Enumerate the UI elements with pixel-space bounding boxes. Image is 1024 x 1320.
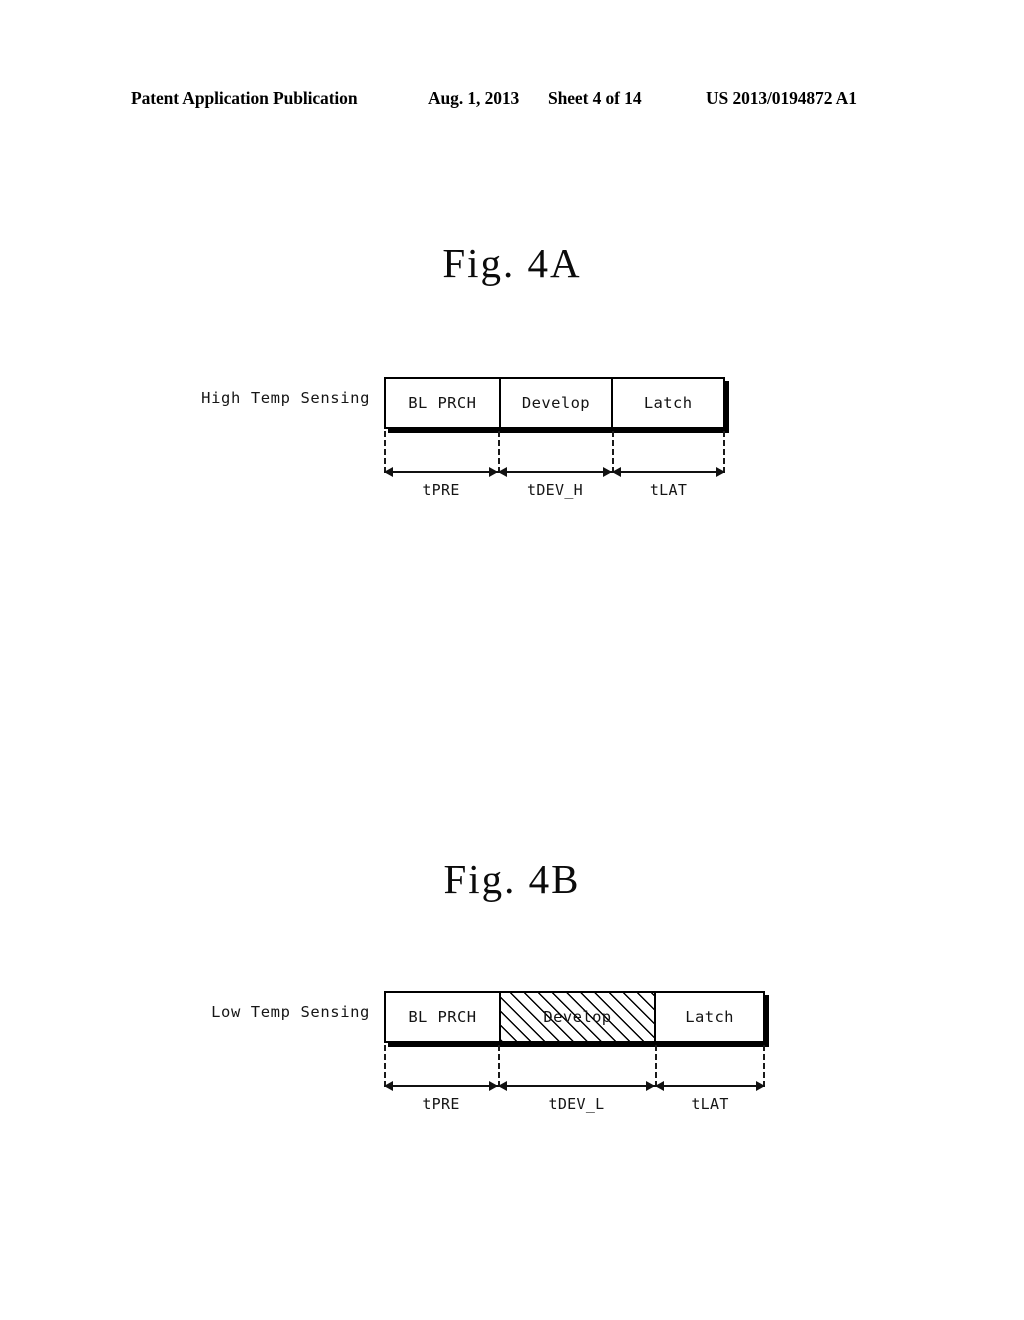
header-sheet-number: Sheet 4 of 14 [548, 88, 642, 108]
header-publication: Patent Application Publication [131, 88, 358, 108]
arrowhead-left-icon [384, 467, 393, 477]
header-date: Aug. 1, 2013 [428, 88, 520, 108]
dimension-label: tDEV_L [548, 1095, 605, 1113]
phase-label: BL PRCH [408, 394, 477, 412]
dimension-label: tPRE [422, 481, 460, 499]
phase-label: Develop [543, 1008, 612, 1026]
phase-label: Latch [643, 394, 693, 412]
figure-4b-row-label: Low Temp Sensing [211, 1003, 370, 1021]
dimension-label: tLAT [649, 481, 688, 499]
figure-4a-phase-box: BL PRCH [386, 379, 499, 427]
figure-title-4a: Fig. 4A [442, 240, 582, 286]
arrowhead-right-icon [489, 467, 498, 477]
dimension-line [612, 471, 725, 473]
figure-4b-phase-box: Develop [498, 993, 655, 1041]
phase-label: Develop [521, 394, 591, 412]
figure-4b-phase-box: Latch [654, 993, 764, 1041]
arrowhead-left-icon [655, 1081, 664, 1091]
figure-4a-phase-box: Latch [611, 379, 723, 427]
figure-4b-phase-box: BL PRCH [386, 993, 499, 1041]
dimension-arrow [655, 1081, 765, 1091]
dimension-line [655, 1085, 765, 1087]
phase-label: Latch [685, 1008, 734, 1026]
dimension-arrow [384, 467, 498, 477]
arrowhead-right-icon [489, 1081, 498, 1091]
dimension-line [498, 1085, 655, 1087]
dimension-arrow [498, 1081, 655, 1091]
figure-4b: Low Temp Sensing BL PRCH Develop Latch tPR… [0, 976, 1024, 1136]
arrowhead-left-icon [384, 1081, 393, 1091]
figure-4a-dimension-area: tPRE tDEV_H tLAT [384, 429, 725, 499]
header-patent-number: US 2013/0194872 A1 [706, 88, 857, 108]
arrowhead-right-icon [756, 1081, 765, 1091]
figure-4a-row-label: High Temp Sensing [201, 389, 370, 407]
arrowhead-right-icon [716, 467, 725, 477]
page-header: Patent Application Publication Aug. 1, 2… [0, 88, 1024, 114]
dimension-label: tLAT [691, 1095, 729, 1113]
figure-4a-phase-box: Develop [498, 379, 612, 427]
arrowhead-left-icon [498, 467, 507, 477]
dimension-arrow [612, 467, 725, 477]
dimension-line [498, 471, 612, 473]
dimension-label: tDEV_H [527, 481, 583, 499]
figure-title-4b: Fig. 4B [443, 856, 581, 902]
arrowhead-right-icon [646, 1081, 655, 1091]
dimension-label: tPRE [422, 1095, 460, 1113]
dimension-line [384, 471, 498, 473]
dimension-arrow [384, 1081, 498, 1091]
figure-4b-dimension-area: tPRE tDEV_L tLAT [384, 1043, 765, 1113]
arrowhead-right-icon [603, 467, 612, 477]
dimension-arrow [498, 467, 612, 477]
dimension-line [384, 1085, 498, 1087]
arrowhead-left-icon [612, 467, 621, 477]
phase-label: BL PRCH [408, 1008, 477, 1026]
figure-4a-timing-strip: BL PRCH Develop Latch [384, 377, 725, 429]
figure-4a: High Temp Sensing BL PRCH Develop Latch tP… [0, 362, 1024, 522]
figure-4b-timing-strip: BL PRCH Develop Latch [384, 991, 765, 1043]
arrowhead-left-icon [498, 1081, 507, 1091]
